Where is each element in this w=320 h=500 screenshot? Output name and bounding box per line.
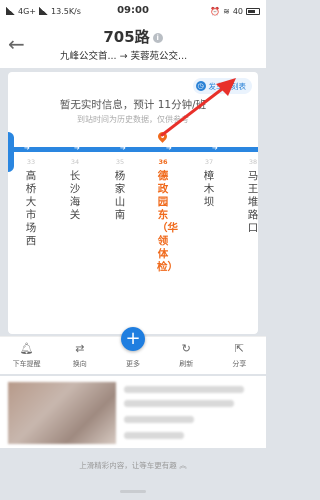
remind-button[interactable]: 🔔︎ 下车提醒 <box>0 337 53 374</box>
blurred-text-line <box>124 400 234 407</box>
stop-number: 33 <box>26 158 36 166</box>
stop-number: 38 <box>248 158 258 166</box>
content-card[interactable] <box>0 376 266 448</box>
swap-label: 换向 <box>72 360 87 368</box>
footer-tip-text: 上滑精彩内容，让等车更有趣 <box>79 461 177 470</box>
clock-icon: ◷ <box>195 81 206 91</box>
stop-item[interactable]: 34 长沙海关 <box>68 158 82 222</box>
direction-arrow-icon: ➔ <box>24 144 30 152</box>
signal-icon <box>6 7 15 15</box>
blurred-text-line <box>124 416 194 423</box>
share-label: 分享 <box>232 360 247 368</box>
status-left: 4G+ 13.5K/s <box>6 7 210 16</box>
stop-item[interactable]: 33 高桥大市场西 <box>24 158 38 248</box>
alarm-icon: ⏰ <box>210 6 221 16</box>
system-nav-area <box>0 486 266 500</box>
stop-item[interactable]: 35 杨家山南 <box>113 158 127 222</box>
route-header: ← 705路 i 九峰公交首... → 芙蓉苑公交... <box>0 22 266 68</box>
more-label: 更多 <box>126 360 140 368</box>
network-speed: 13.5K/s <box>51 6 81 16</box>
stop-item[interactable]: 37 樟木坝 <box>202 158 216 209</box>
stop-item[interactable]: 38 马王堆路口 <box>246 158 258 235</box>
content-thumbnail <box>8 382 116 444</box>
swap-icon: ⇄ <box>75 342 85 355</box>
more-button[interactable]: + 更多 <box>106 327 159 374</box>
stop-name: 杨家山南 <box>114 170 126 221</box>
history-note: 到站时间为历史数据，仅供参考 <box>77 115 189 124</box>
direction-arrow-icon: ➔ <box>166 144 172 152</box>
status-bar: 4G+ 13.5K/s 09:00 ⏰ ≋ 40 <box>0 0 266 22</box>
stop-number: 36 <box>158 158 168 166</box>
share-button[interactable]: ⇱ 分享 <box>213 337 266 374</box>
route-name: 705路 <box>103 28 150 46</box>
refresh-icon: ↻ <box>181 342 191 355</box>
direction-arrow-icon: ➔ <box>120 144 126 152</box>
no-realtime-text: 暂无实时信息，预计 11分钟/班 <box>59 99 207 111</box>
route-line: ➔ ➔ ➔ ➔ ➔ <box>8 144 258 152</box>
plus-icon: + <box>121 327 145 351</box>
stop-name: 马王堆路口 <box>247 170 258 234</box>
footer-tip: 上滑精彩内容，让等车更有趣 ︽ <box>0 460 266 471</box>
wifi-icon: ≋ <box>223 6 230 16</box>
direction-arrow-icon: ➔ <box>212 144 218 152</box>
stop-number: 37 <box>204 158 214 166</box>
schedule-button[interactable]: ◷ 发车时刻表 <box>192 78 252 94</box>
blurred-text-line <box>124 432 184 439</box>
direction-arrow-icon: ➔ <box>74 144 80 152</box>
signal-icon-2 <box>39 7 48 15</box>
bottom-toolbar: 🔔︎ 下车提醒 ⇄ 换向 + 更多 ↻ 刷新 ⇱ 分享 <box>0 327 266 374</box>
refresh-button[interactable]: ↻ 刷新 <box>160 337 213 374</box>
status-right: ⏰ ≋ 40 <box>210 7 260 16</box>
network-type: 4G+ <box>18 6 36 16</box>
route-card: ◷ 发车时刻表 暂无实时信息，预计 11分钟/班 到站时间为历史数据，仅供参考 … <box>8 72 258 334</box>
swap-direction-button[interactable]: ⇄ 换向 <box>53 337 106 374</box>
schedule-label: 发车时刻表 <box>208 81 247 91</box>
battery-icon <box>246 7 260 15</box>
route-title: 705路 i <box>0 26 266 47</box>
stop-number: 35 <box>115 158 125 166</box>
stop-item-current[interactable]: 36 德政园东（华领体检） <box>156 158 178 274</box>
stop-name: 长沙海关 <box>69 170 81 221</box>
refresh-label: 刷新 <box>179 360 194 368</box>
stop-name: 德政园东（华领体检） <box>157 170 178 273</box>
bell-icon: 🔔︎ <box>19 342 34 355</box>
remind-label: 下车提醒 <box>12 360 41 368</box>
home-indicator[interactable] <box>120 490 146 493</box>
stop-name: 樟木坝 <box>203 170 215 208</box>
stop-name: 高桥大市场西 <box>25 170 37 247</box>
battery-level: 40 <box>232 6 243 16</box>
blurred-text-line <box>124 386 244 393</box>
info-icon[interactable]: i <box>152 32 163 43</box>
double-chevron-up-icon: ︽ <box>179 461 187 470</box>
share-icon: ⇱ <box>234 342 245 355</box>
stop-number: 34 <box>70 158 80 166</box>
current-location-pin-icon <box>156 130 169 143</box>
route-direction: 九峰公交首... → 芙蓉苑公交... <box>60 51 188 62</box>
scroll-left-edge[interactable] <box>8 132 14 172</box>
